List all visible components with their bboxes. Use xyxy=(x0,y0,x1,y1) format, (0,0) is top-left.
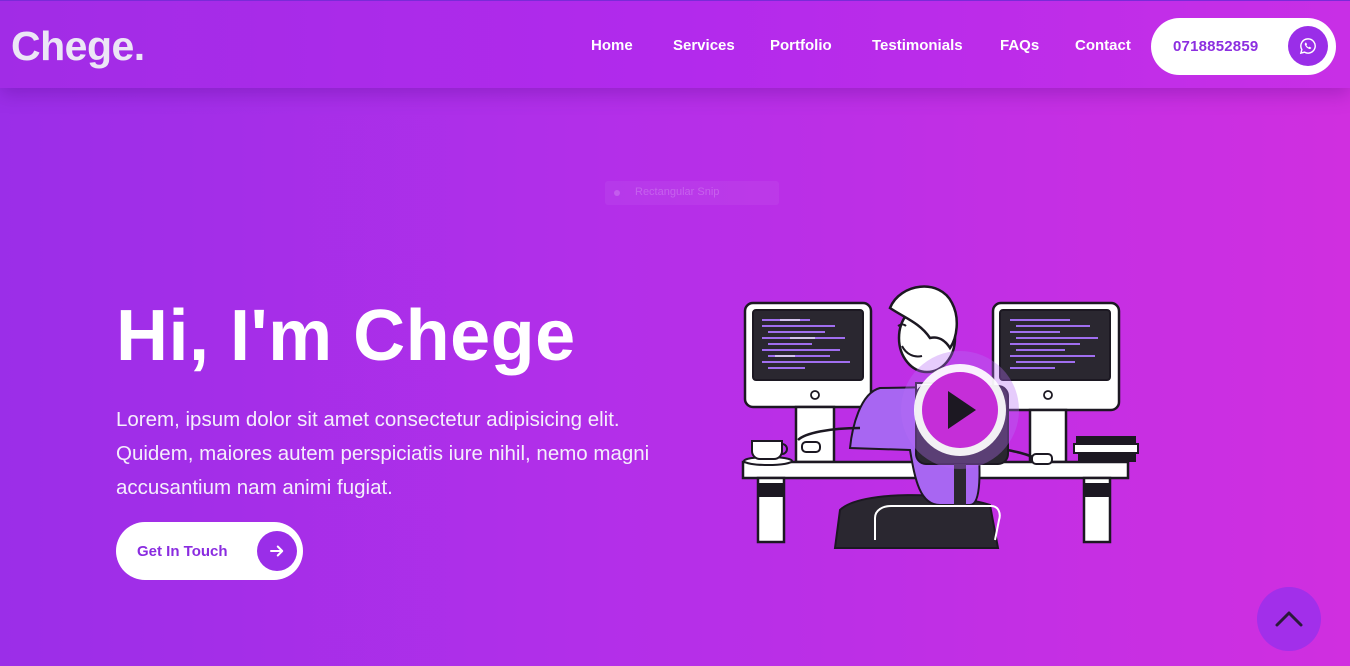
chevron-up-icon xyxy=(1275,611,1303,627)
whatsapp-icon xyxy=(1288,26,1328,66)
phone-number: 0718852859 xyxy=(1173,38,1259,55)
navbar: Chege. Home Services Portfolio Testimoni… xyxy=(0,0,1350,88)
developer-illustration xyxy=(741,285,1139,549)
hero-title: Hi, I'm Chege xyxy=(116,296,576,376)
cta-label: Get In Touch xyxy=(137,543,228,560)
play-icon[interactable] xyxy=(901,351,1019,469)
hero-description: Lorem, ipsum dolor sit amet consectetur … xyxy=(116,408,650,499)
nav-item-testimonials[interactable]: Testimonials xyxy=(872,37,963,54)
nav-item-home[interactable]: Home xyxy=(591,37,633,54)
get-in-touch-button[interactable]: Get In Touch xyxy=(116,522,303,580)
snip-tooltip: Rectangular Snip xyxy=(605,181,779,205)
books-illustration xyxy=(1073,436,1139,462)
arrow-right-icon xyxy=(257,531,297,571)
snip-label: Rectangular Snip xyxy=(635,186,720,198)
nav-item-portfolio[interactable]: Portfolio xyxy=(770,37,832,54)
snip-dot-icon xyxy=(614,190,620,196)
nav-item-contact[interactable]: Contact xyxy=(1075,37,1131,54)
coffee-cup-illustration xyxy=(743,440,793,466)
nav-item-faqs[interactable]: FAQs xyxy=(1000,37,1039,54)
logo[interactable]: Chege. xyxy=(11,23,145,70)
phone-button[interactable]: 0718852859 xyxy=(1151,18,1336,75)
scroll-to-top-button[interactable] xyxy=(1257,587,1321,651)
nav-item-services[interactable]: Services xyxy=(673,37,735,54)
